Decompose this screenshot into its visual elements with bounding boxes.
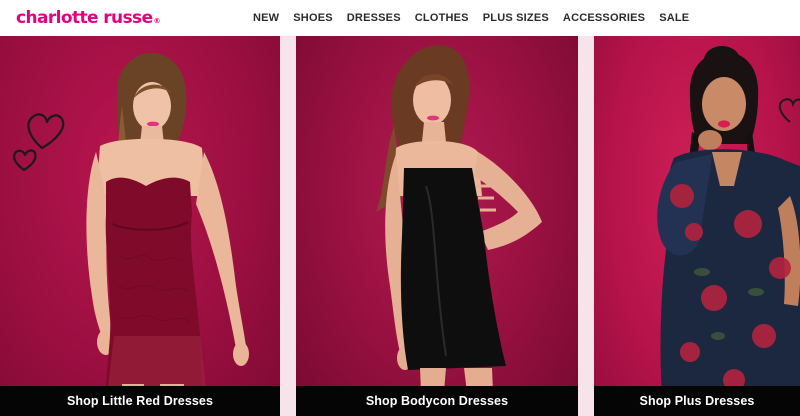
tile-bodycon-dresses[interactable]: Shop Bodycon Dresses (296, 36, 578, 416)
model-photo-red-dress (12, 52, 249, 416)
nav-item-dresses[interactable]: DRESSES (347, 10, 401, 26)
heart-doodle-icon (778, 98, 800, 123)
brand-logo-text: charlotte russe (16, 8, 153, 28)
tile-little-red-dresses[interactable]: Shop Little Red Dresses (0, 36, 280, 416)
nav-item-plus-sizes[interactable]: PLUS SIZES (483, 10, 549, 26)
nav-item-new[interactable]: NEW (253, 10, 279, 26)
hearts-doodle-icon (12, 113, 65, 172)
registered-mark: ® (153, 17, 161, 25)
shop-plus-dresses-link[interactable]: Shop Plus Dresses (594, 386, 800, 416)
nav-item-accessories[interactable]: ACCESSORIES (563, 10, 645, 26)
brand-logo[interactable]: charlotte russe® (16, 7, 161, 29)
shop-little-red-dresses-link[interactable]: Shop Little Red Dresses (0, 386, 280, 416)
main-nav: NEW SHOES DRESSES CLOTHES PLUS SIZES ACC… (253, 10, 689, 26)
promo-tiles: Shop Little Red Dresses Shop Bodycon Dre… (0, 36, 800, 416)
shop-bodycon-dresses-link[interactable]: Shop Bodycon Dresses (296, 386, 578, 416)
nav-item-shoes[interactable]: SHOES (293, 10, 333, 26)
tile-plus-dresses[interactable]: Shop Plus Dresses (594, 36, 800, 416)
nav-item-clothes[interactable]: CLOTHES (415, 10, 469, 26)
model-photo-black-dress (376, 45, 542, 416)
model-photo-floral-dress (657, 46, 800, 416)
site-header: charlotte russe® NEW SHOES DRESSES CLOTH… (0, 0, 800, 36)
nav-item-sale[interactable]: SALE (659, 10, 689, 26)
